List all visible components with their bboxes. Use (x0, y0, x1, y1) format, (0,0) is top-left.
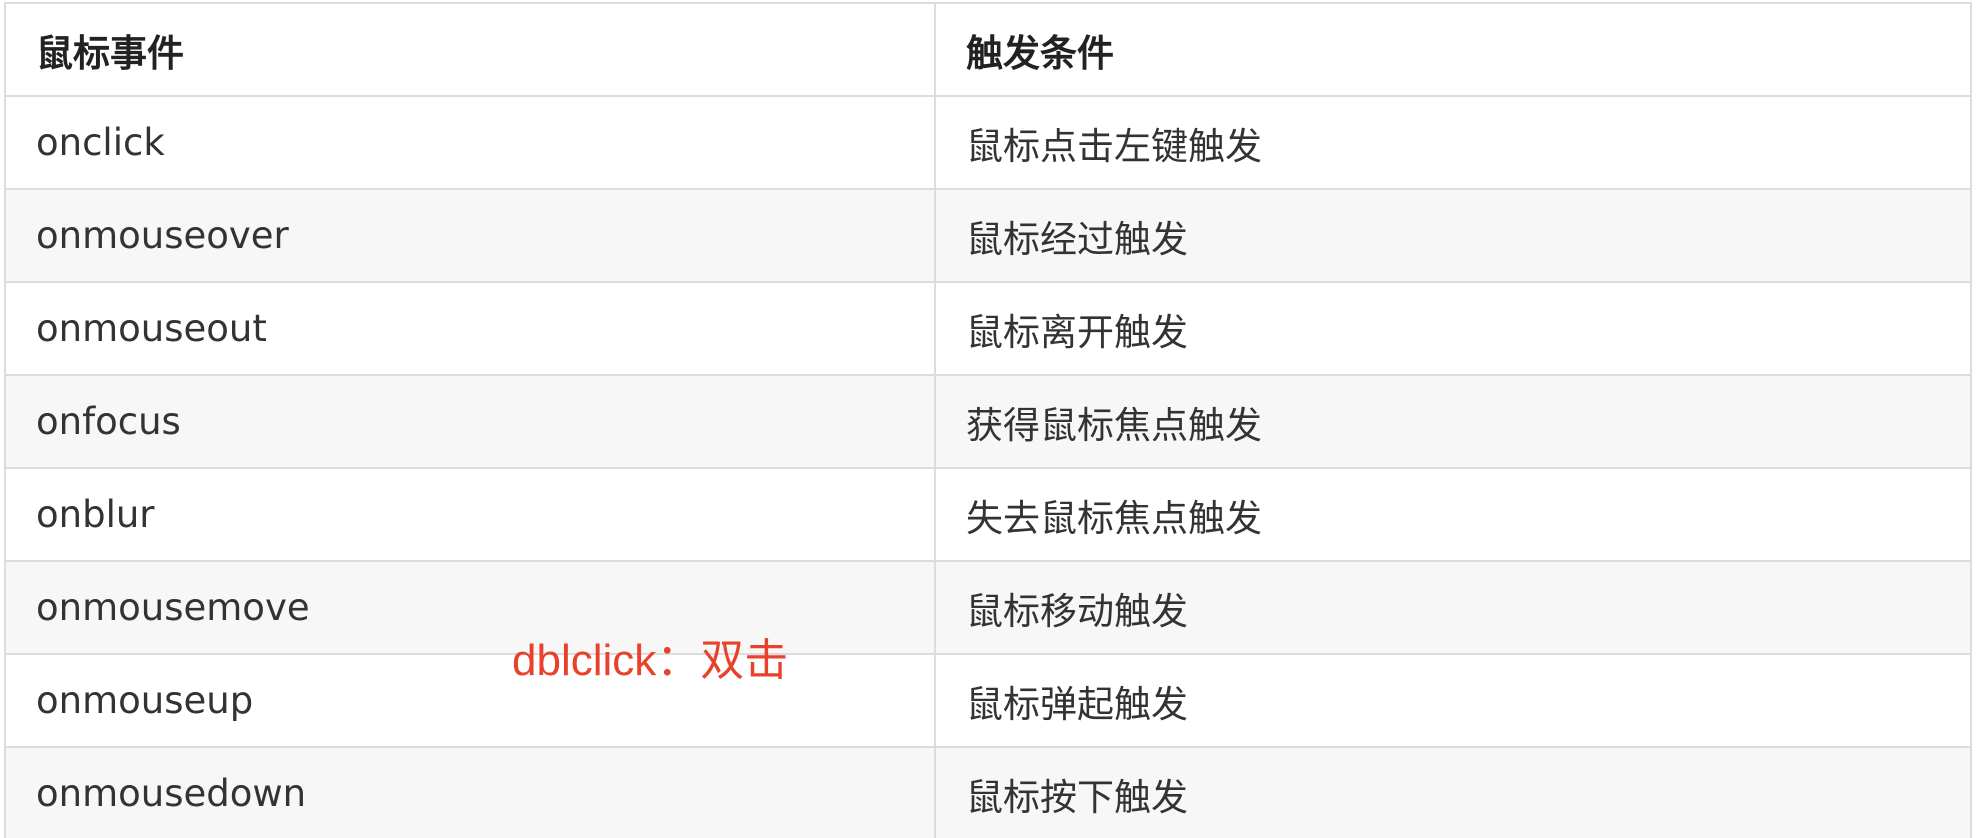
trigger-condition: 鼠标弹起触发 (935, 654, 1972, 748)
event-name: onmousedown (5, 747, 936, 838)
page: 鼠标事件 触发条件 onclick 鼠标点击左键触发 onmouseover 鼠… (0, 0, 1976, 838)
event-name: onmousemove (5, 561, 936, 655)
trigger-condition: 获得鼠标焦点触发 (935, 375, 1972, 469)
event-name: onmouseout (5, 282, 936, 376)
header-trigger-condition: 触发条件 (935, 3, 1972, 97)
event-name: onclick (5, 96, 936, 190)
table-row: onmousedown 鼠标按下触发 (5, 747, 1972, 838)
table-row: onblur 失去鼠标焦点触发 (5, 468, 1972, 562)
mouse-events-table: 鼠标事件 触发条件 onclick 鼠标点击左键触发 onmouseover 鼠… (4, 2, 1972, 838)
header-mouse-event: 鼠标事件 (5, 3, 936, 97)
trigger-condition: 失去鼠标焦点触发 (935, 468, 1972, 562)
event-name: onmouseup (5, 654, 936, 748)
trigger-condition: 鼠标按下触发 (935, 747, 1972, 838)
table-header-row: 鼠标事件 触发条件 (5, 3, 1972, 97)
table-row: onclick 鼠标点击左键触发 (5, 96, 1972, 190)
trigger-condition: 鼠标点击左键触发 (935, 96, 1972, 190)
table-row: onmouseup 鼠标弹起触发 (5, 654, 1972, 748)
event-name: onblur (5, 468, 936, 562)
table-row: onmousemove 鼠标移动触发 (5, 561, 1972, 655)
table-row: onmouseout 鼠标离开触发 (5, 282, 1972, 376)
trigger-condition: 鼠标经过触发 (935, 189, 1972, 283)
table-row: onmouseover 鼠标经过触发 (5, 189, 1972, 283)
trigger-condition: 鼠标移动触发 (935, 561, 1972, 655)
dblclick-annotation: dblclick：双击 (512, 636, 789, 685)
table-row: onfocus 获得鼠标焦点触发 (5, 375, 1972, 469)
event-name: onfocus (5, 375, 936, 469)
trigger-condition: 鼠标离开触发 (935, 282, 1972, 376)
event-name: onmouseover (5, 189, 936, 283)
